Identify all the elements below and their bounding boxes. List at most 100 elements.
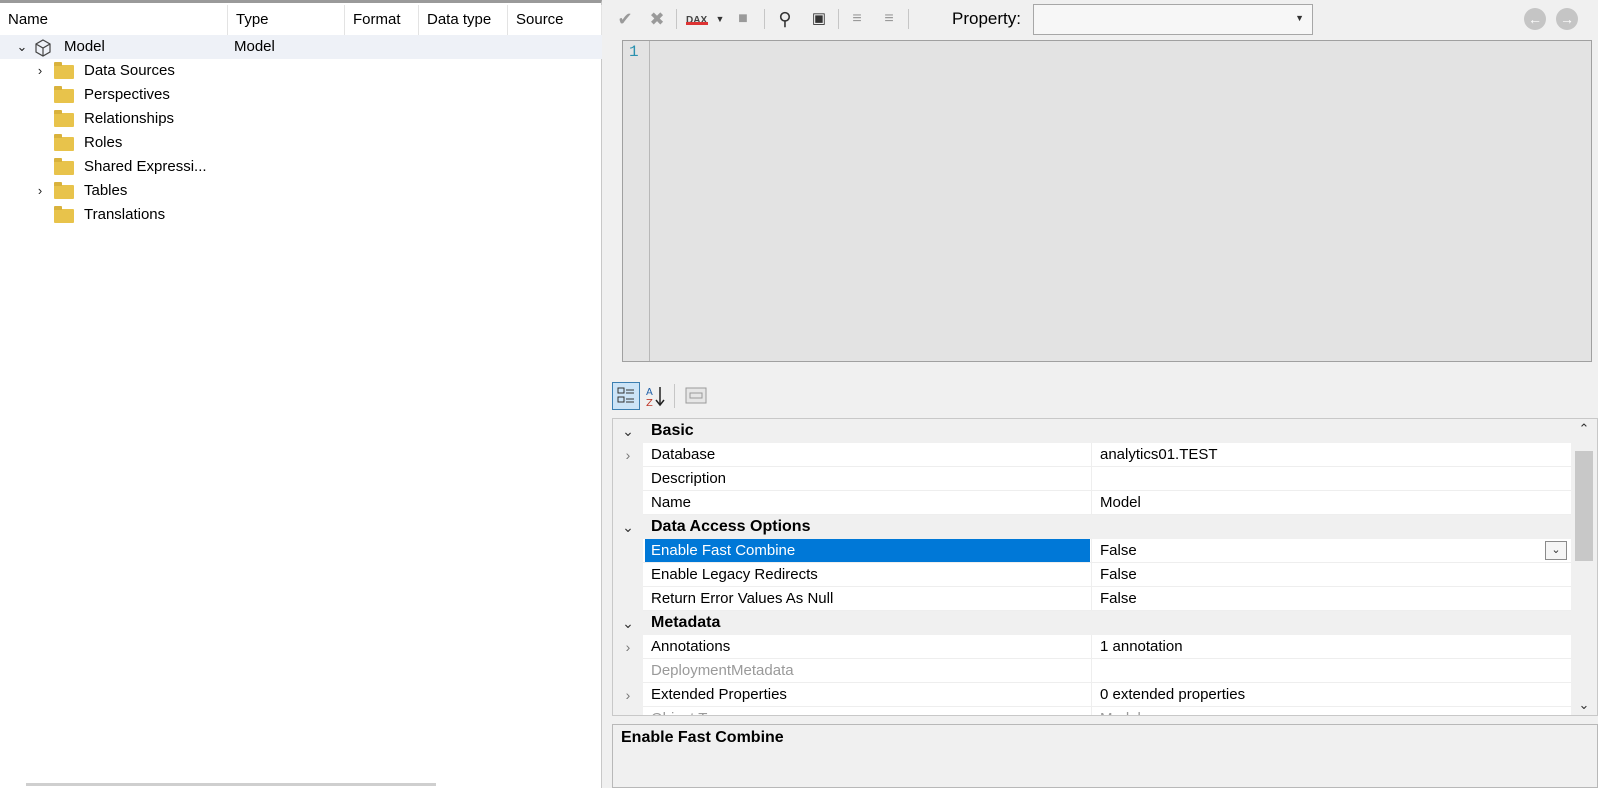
uncomment-icon[interactable]: ≡: [876, 5, 902, 33]
gutter-cell: [613, 587, 643, 611]
vertical-scrollbar[interactable]: ⌃ ⌄: [1571, 419, 1597, 715]
tree-node-model[interactable]: ⌄ Model Model: [0, 35, 602, 59]
property-name: Enable Legacy Redirects: [651, 566, 818, 583]
property-value-text: False: [1100, 542, 1137, 559]
toolbar-separator: [838, 9, 839, 29]
property-row-enable-fast-combine[interactable]: Enable Fast Combine False ⌄: [613, 539, 1573, 563]
tree-node-label: Tables: [84, 182, 128, 199]
description-title: Enable Fast Combine: [621, 729, 784, 746]
column-header-source[interactable]: Source: [508, 5, 602, 35]
folder-icon: [54, 158, 74, 175]
cube-icon: [34, 39, 52, 57]
categorized-icon[interactable]: [612, 382, 640, 410]
chevron-down-icon[interactable]: ⌄: [613, 611, 643, 635]
tree-node-tables[interactable]: › Tables: [0, 179, 602, 203]
property-row-database[interactable]: › Database analytics01.TEST: [613, 443, 1573, 467]
property-row-extended-properties[interactable]: › Extended Properties 0 extended propert…: [613, 683, 1573, 707]
property-row-annotations[interactable]: › Annotations 1 annotation: [613, 635, 1573, 659]
chevron-right-icon[interactable]: ›: [613, 443, 643, 467]
tree-node-data-sources[interactable]: › Data Sources: [0, 59, 602, 83]
copy-to-icon[interactable]: ■: [730, 5, 756, 33]
chevron-right-icon[interactable]: ›: [613, 635, 643, 659]
property-value[interactable]: False ⌄: [1091, 539, 1573, 563]
property-value[interactable]: analytics01.TEST: [1091, 443, 1573, 467]
folder-icon: [54, 134, 74, 151]
alphabetical-sort-icon[interactable]: AZ: [642, 382, 670, 410]
gutter-cell: [613, 563, 643, 587]
column-header-type[interactable]: Type: [228, 5, 345, 35]
property-value[interactable]: 1 annotation: [1091, 635, 1573, 659]
property-row-object-type: Object Type Model: [613, 707, 1573, 715]
tree-node-roles[interactable]: Roles: [0, 131, 602, 155]
line-number-gutter: 1: [623, 41, 650, 361]
dropdown-icon[interactable]: ▼: [714, 5, 726, 33]
tree-node-label: Translations: [84, 206, 166, 223]
chevron-down-icon[interactable]: ⌄: [1571, 697, 1597, 713]
tree-node-relationships[interactable]: Relationships: [0, 107, 602, 131]
property-row-enable-legacy-redirects[interactable]: Enable Legacy Redirects False: [613, 563, 1573, 587]
folder-icon: [54, 206, 74, 223]
property-row-name[interactable]: Name Model: [613, 491, 1573, 515]
dax-badge: DAX: [686, 15, 708, 26]
chevron-right-icon[interactable]: ›: [32, 179, 48, 203]
tree-node-label: Shared Expressi...: [84, 158, 207, 175]
chevron-up-icon[interactable]: ⌃: [1571, 421, 1597, 437]
property-value[interactable]: False: [1091, 587, 1573, 611]
property-row-description[interactable]: Description: [613, 467, 1573, 491]
comment-icon[interactable]: ≡: [844, 5, 870, 33]
dax-expression-editor[interactable]: 1: [622, 40, 1592, 362]
tree-column-header: Name Type Format Data type Source: [0, 5, 602, 35]
category-basic[interactable]: ⌄ Basic: [613, 419, 1573, 443]
tree-node-translations[interactable]: Translations: [0, 203, 602, 227]
replace-icon[interactable]: ▣: [806, 5, 832, 33]
chevron-right-icon[interactable]: ›: [613, 683, 643, 707]
toolbar-separator: [764, 9, 765, 29]
cancel-icon[interactable]: ✖: [644, 5, 670, 33]
tree-node-label: Data Sources: [84, 62, 175, 79]
horizontal-scrollbar[interactable]: [26, 783, 436, 786]
find-icon[interactable]: ⚲: [772, 5, 798, 33]
column-header-data-type[interactable]: Data type: [419, 5, 508, 35]
tree-node-label: Perspectives: [84, 86, 170, 103]
tree-node-shared-expressions[interactable]: Shared Expressi...: [0, 155, 602, 179]
property-name: Database: [651, 446, 716, 463]
dropdown-button[interactable]: ⌄: [1545, 541, 1567, 560]
property-name: Name: [651, 494, 692, 511]
category-data-access-options[interactable]: ⌄ Data Access Options: [613, 515, 1573, 539]
property-description-pane: Enable Fast Combine: [612, 724, 1598, 788]
property-value[interactable]: Model: [1091, 491, 1573, 515]
property-row-deployment-metadata: DeploymentMetadata: [613, 659, 1573, 683]
property-value[interactable]: 0 extended properties: [1091, 683, 1573, 707]
chevron-down-icon[interactable]: ⌄: [613, 419, 643, 443]
property-name: Extended Properties: [651, 686, 787, 703]
gutter-cell: [613, 539, 643, 563]
dax-format-icon[interactable]: DAX: [682, 5, 712, 33]
category-label: Metadata: [651, 614, 721, 631]
property-grid-toolbar: AZ: [612, 380, 812, 414]
tree-node-label: Relationships: [84, 110, 175, 127]
chevron-down-icon[interactable]: ⌄: [14, 35, 30, 59]
property-name: Description: [651, 470, 727, 487]
property-value[interactable]: False: [1091, 563, 1573, 587]
forward-icon[interactable]: →: [1556, 8, 1578, 30]
accept-icon[interactable]: ✔: [612, 5, 638, 33]
svg-text:Z: Z: [646, 398, 653, 408]
toolbar-separator: [674, 384, 675, 408]
back-icon[interactable]: ←: [1524, 8, 1546, 30]
chevron-right-icon[interactable]: ›: [32, 59, 48, 83]
tree-node-label: Model: [64, 38, 105, 55]
category-metadata[interactable]: ⌄ Metadata: [613, 611, 1573, 635]
scrollbar-thumb[interactable]: [1575, 451, 1593, 561]
gutter-cell: [613, 467, 643, 491]
property-value[interactable]: [1091, 467, 1573, 491]
expression-editor-toolbar: ✔ ✖ DAX ▼ ■ ⚲ ▣ ≡ ≡ Property: ▼ ← →: [612, 0, 1598, 38]
property-pages-icon[interactable]: [682, 382, 710, 410]
category-label: Data Access Options: [651, 518, 811, 535]
model-tree-pane: Name Type Format Data type Source ⌄ Mode…: [0, 0, 602, 788]
property-row-return-error-values-as-null[interactable]: Return Error Values As Null False: [613, 587, 1573, 611]
column-header-name[interactable]: Name: [0, 5, 228, 35]
column-header-format[interactable]: Format: [345, 5, 419, 35]
chevron-down-icon[interactable]: ⌄: [613, 515, 643, 539]
tree-node-perspectives[interactable]: Perspectives: [0, 83, 602, 107]
property-select[interactable]: ▼: [1033, 4, 1313, 35]
